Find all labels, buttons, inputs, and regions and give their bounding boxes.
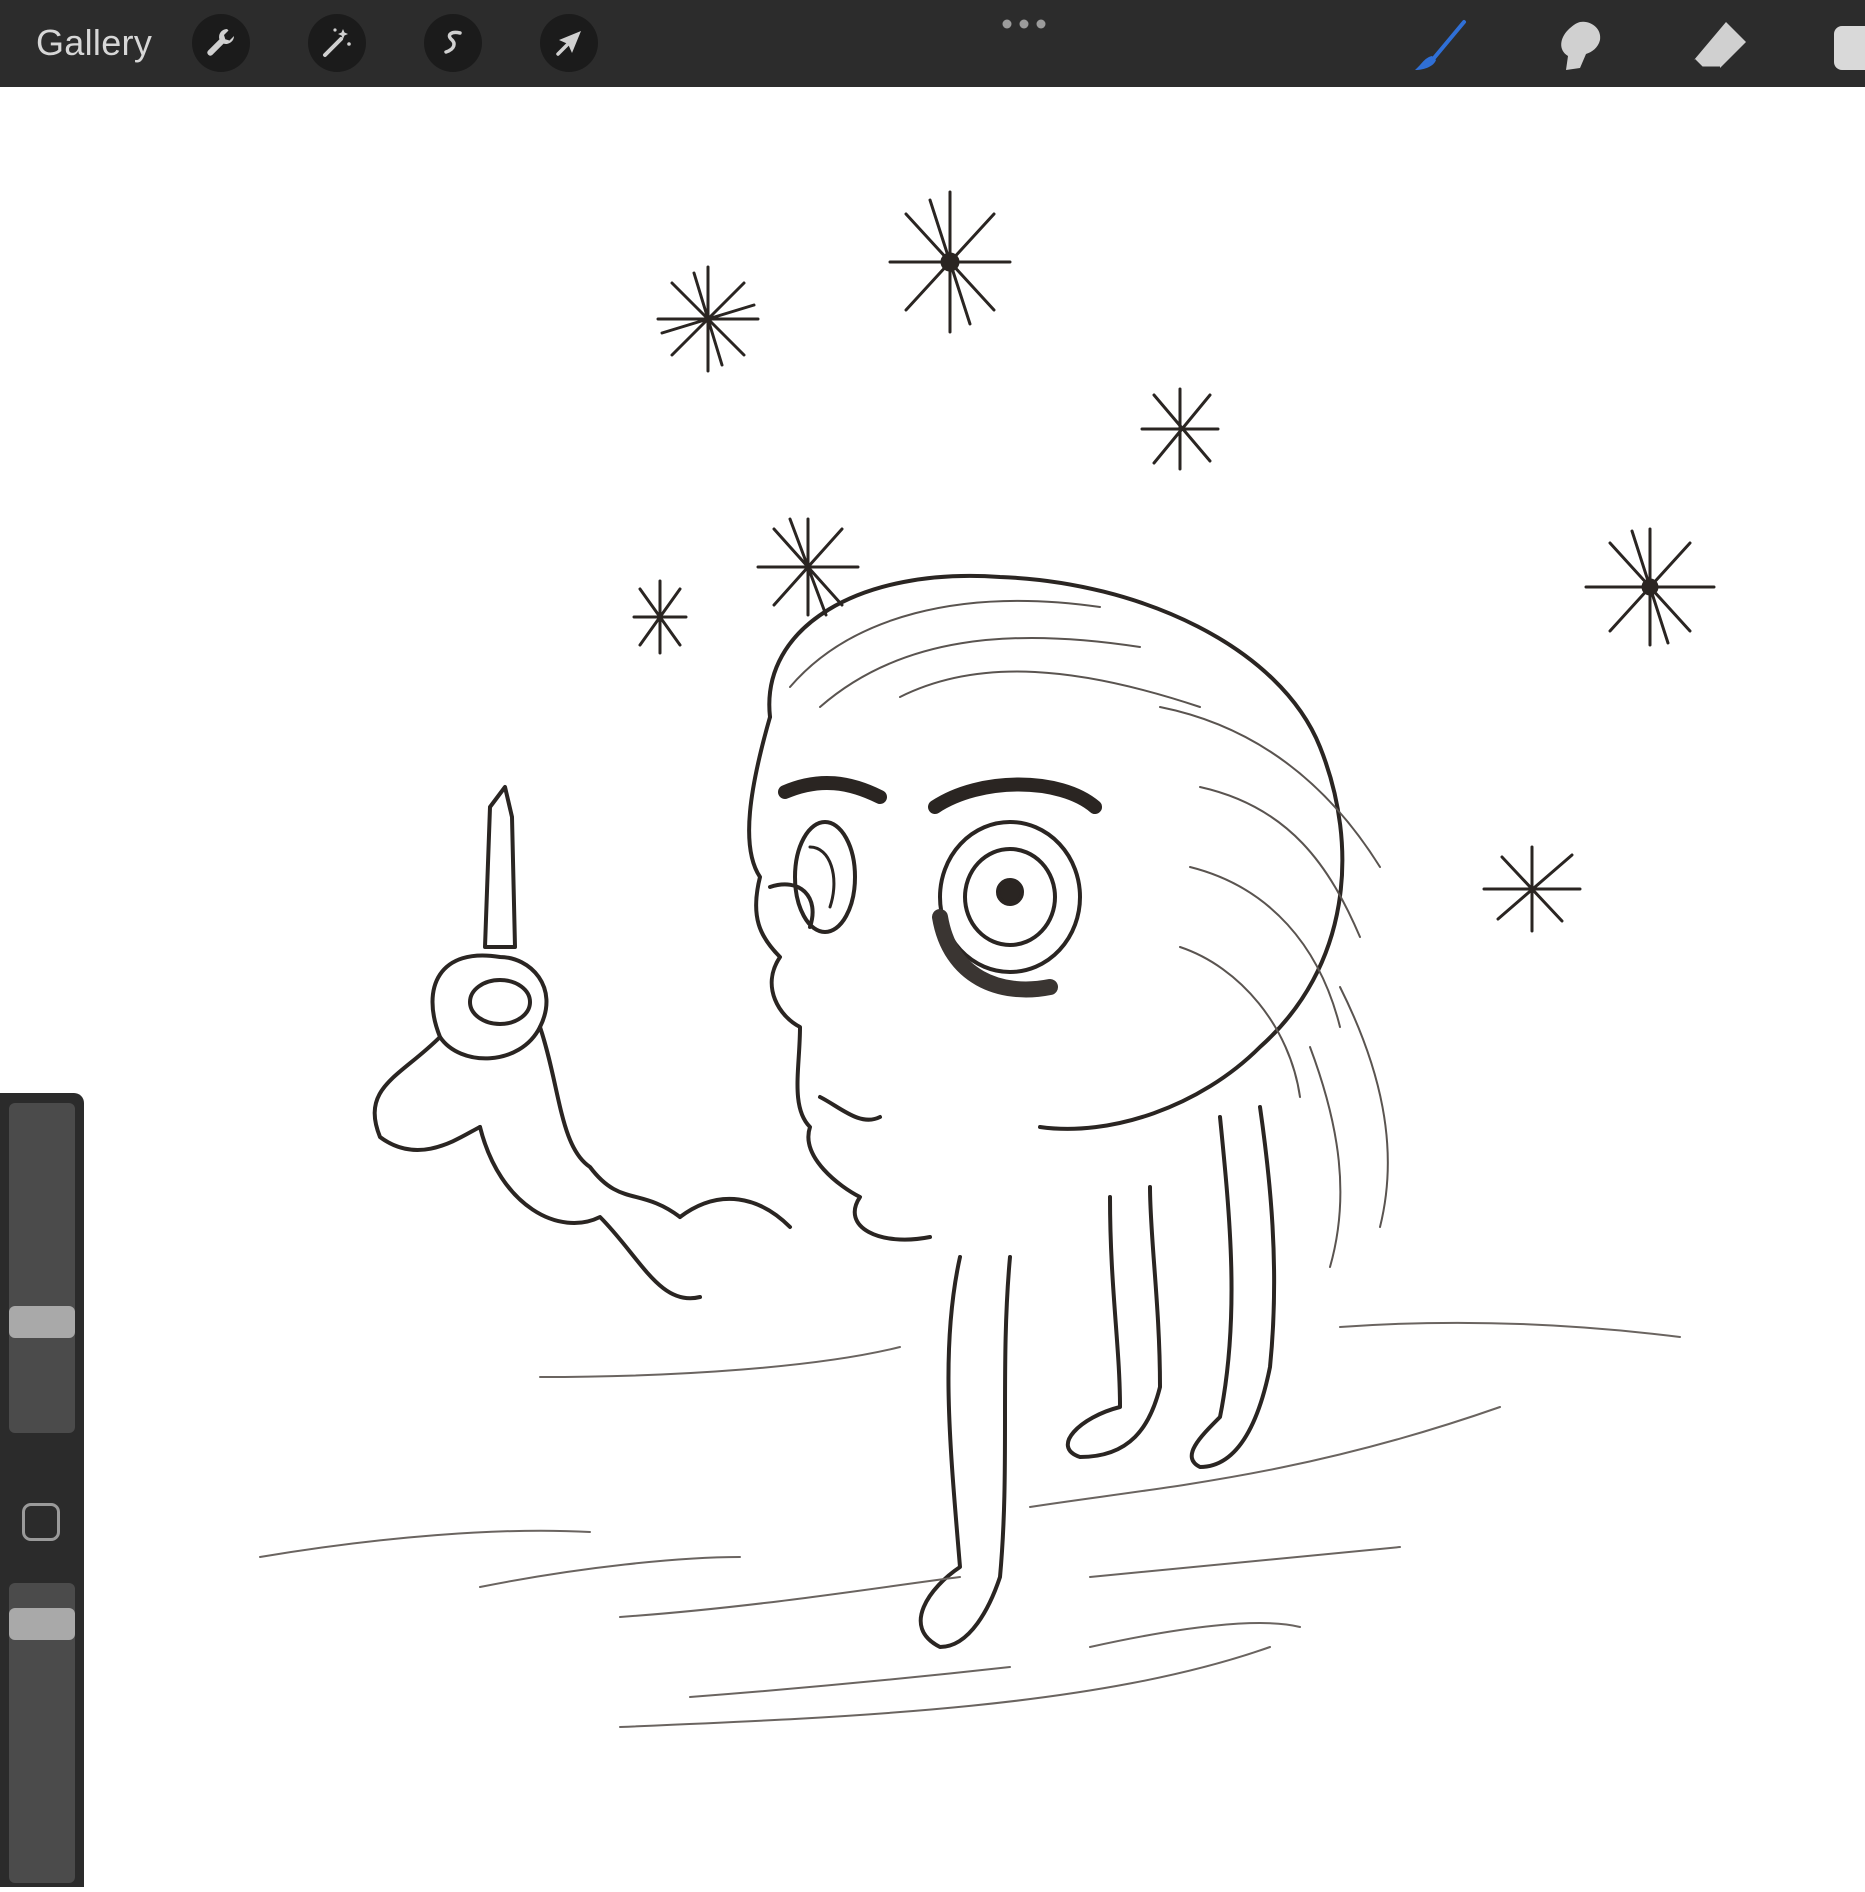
right-eyebrow (928, 777, 1102, 814)
brush-size-slider[interactable] (9, 1103, 75, 1433)
smudge-tool-button[interactable] (1550, 16, 1610, 76)
eraser-tool-button[interactable] (1690, 16, 1750, 76)
ellipsis-icon[interactable] (1000, 16, 1048, 32)
actions-button[interactable] (192, 14, 250, 72)
magic-wand-icon (323, 28, 351, 57)
transform-button[interactable] (540, 14, 598, 72)
modify-button[interactable] (22, 1503, 60, 1541)
paint-tool-button[interactable] (1410, 16, 1470, 76)
brush-size-thumb[interactable] (9, 1306, 75, 1338)
candle-hand (372, 785, 792, 1301)
legs (918, 1105, 1277, 1649)
hair (789, 599, 1389, 1268)
brush-icon (1415, 20, 1466, 70)
eyes (793, 820, 1082, 998)
left-eyebrow (778, 776, 887, 804)
head (747, 573, 1345, 1242)
eraser-icon (1692, 22, 1746, 70)
gallery-button[interactable]: Gallery (36, 22, 152, 64)
smudge-icon (1561, 21, 1601, 71)
arrow-cursor-icon (556, 31, 581, 56)
wrench-icon (207, 29, 234, 56)
layers-icon[interactable] (1834, 26, 1865, 70)
top-toolbar: Gallery (0, 0, 1865, 87)
stars (632, 190, 1716, 933)
drawing-canvas[interactable] (0, 87, 1865, 1887)
selection-button[interactable] (424, 14, 482, 72)
sketch-artwork (259, 190, 1716, 1728)
selection-s-icon (444, 30, 462, 54)
adjustments-button[interactable] (308, 14, 366, 72)
ground-lines (259, 1321, 1681, 1728)
brush-sidebar (0, 1093, 84, 1887)
opacity-thumb[interactable] (9, 1608, 75, 1640)
